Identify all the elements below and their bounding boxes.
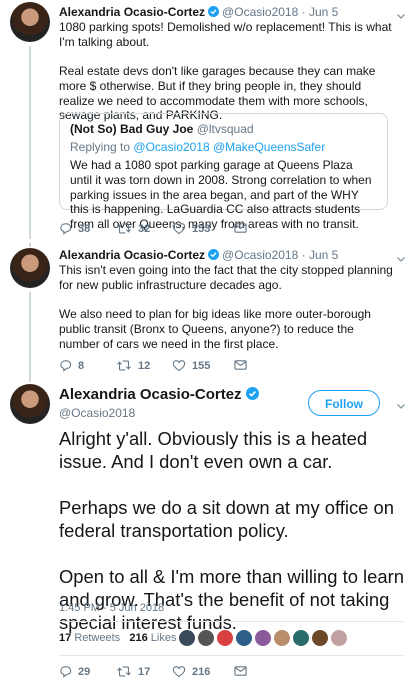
tweet-1[interactable]: Alexandria Ocasio-Cortez @Ocasio2018 · Ju… xyxy=(0,0,420,240)
tweet-text-p1: Alright y'all. Obviously this is a heate… xyxy=(59,428,368,472)
like-count: 153 xyxy=(192,223,211,235)
retweet-button[interactable]: 32 xyxy=(116,222,150,235)
like-button[interactable]: 153 xyxy=(172,222,210,235)
retweet-icon xyxy=(117,223,131,234)
reply-button[interactable]: 8 xyxy=(59,359,84,372)
reply-count: 38 xyxy=(78,223,91,235)
tweet-text-p2: Perhaps we do a sit down at my office on… xyxy=(59,497,394,541)
liker-avatar[interactable] xyxy=(311,629,329,647)
retweet-icon xyxy=(117,666,131,677)
likes-stat-label: Likes xyxy=(150,632,177,644)
reply-button[interactable]: 29 xyxy=(59,665,90,678)
retweets-stat-label: Retweets xyxy=(74,632,121,644)
replying-handles[interactable]: @Ocasio2018 @MakeQueensSafer xyxy=(133,140,325,154)
replying-to: Replying to @Ocasio2018 @MakeQueensSafer xyxy=(70,140,377,154)
retweet-count: 12 xyxy=(138,360,151,372)
retweet-count: 17 xyxy=(138,666,151,678)
thread-line xyxy=(29,376,31,382)
retweet-button[interactable]: 17 xyxy=(116,665,150,678)
retweet-button[interactable]: 12 xyxy=(116,359,150,372)
dm-button[interactable] xyxy=(234,665,253,677)
tweet-header: Alexandria Ocasio-Cortez @Ocasio2018 · Ju… xyxy=(59,248,338,262)
liker-avatar[interactable] xyxy=(273,629,291,647)
reply-button[interactable]: 38 xyxy=(59,222,90,235)
likes-stat[interactable]: 216 Likes xyxy=(129,632,176,644)
tweet-3-main[interactable]: Alexandria Ocasio-Cortez @Ocasio2018 Fol… xyxy=(0,376,420,687)
quoted-author-name: (Not So) Bad Guy Joe xyxy=(70,122,194,136)
verified-badge-icon xyxy=(208,249,220,260)
dm-icon xyxy=(234,360,247,370)
tweet-text-p1: This isn't even going into the fact that… xyxy=(59,263,393,292)
separator-dot: · xyxy=(301,5,309,19)
reply-icon xyxy=(60,223,72,235)
follow-button[interactable]: Follow xyxy=(308,390,380,416)
retweet-icon xyxy=(117,360,131,371)
liker-avatar[interactable] xyxy=(197,629,215,647)
like-count: 216 xyxy=(192,666,211,678)
tweet-2[interactable]: Alexandria Ocasio-Cortez @Ocasio2018 · Ju… xyxy=(0,243,420,376)
tweet-text-p2: We also need to plan for big ideas like … xyxy=(59,307,371,351)
engagement-stats: 17 Retweets 216 Likes xyxy=(59,632,176,644)
like-button[interactable]: 155 xyxy=(172,359,210,372)
dm-button[interactable] xyxy=(234,222,253,234)
tweet-header: Alexandria Ocasio-Cortez @Ocasio2018 · Ju… xyxy=(59,5,338,19)
chevron-down-icon[interactable] xyxy=(396,398,406,409)
tweet-text-p1: 1080 parking spots! Demolished w/o repla… xyxy=(59,20,392,49)
likes-stat-count: 216 xyxy=(129,632,148,644)
avatar[interactable] xyxy=(10,248,50,288)
quoted-author-handle: @ltvsquad xyxy=(196,122,254,136)
author-name[interactable]: Alexandria Ocasio-Cortez xyxy=(59,5,205,19)
liker-avatar[interactable] xyxy=(254,629,272,647)
reply-count: 29 xyxy=(78,666,91,678)
like-count: 155 xyxy=(192,360,211,372)
quoted-text: We had a 1080 spot parking garage at Que… xyxy=(70,158,372,232)
reply-icon xyxy=(60,360,72,372)
retweets-stat[interactable]: 17 Retweets xyxy=(59,632,120,644)
tweet-text-p3: Open to all & I'm more than willing to l… xyxy=(59,566,404,633)
tweet-text: 1080 parking spots! Demolished w/o repla… xyxy=(59,20,394,123)
liker-avatar[interactable] xyxy=(178,629,196,647)
chevron-down-icon[interactable] xyxy=(396,8,406,19)
liker-avatar[interactable] xyxy=(292,629,310,647)
tweet-date[interactable]: Jun 5 xyxy=(309,5,338,19)
chevron-down-icon[interactable] xyxy=(396,251,406,262)
verified-badge-icon xyxy=(208,6,220,17)
divider xyxy=(59,621,404,622)
avatar[interactable] xyxy=(10,384,50,424)
liker-avatar[interactable] xyxy=(330,629,348,647)
author-handle[interactable]: @Ocasio2018 xyxy=(222,248,298,262)
reply-icon xyxy=(60,666,72,678)
author-handle[interactable]: @Ocasio2018 xyxy=(222,5,298,19)
author-name-text[interactable]: Alexandria Ocasio-Cortez xyxy=(59,386,242,403)
author-name[interactable]: Alexandria Ocasio-Cortez xyxy=(59,248,205,262)
divider xyxy=(59,655,404,656)
like-icon xyxy=(172,666,186,678)
quoted-tweet[interactable]: (Not So) Bad Guy Joe @ltvsquad Replying … xyxy=(59,113,388,231)
tweet-date[interactable]: Jun 5 xyxy=(309,248,338,262)
liker-avatar[interactable] xyxy=(235,629,253,647)
author-name[interactable]: Alexandria Ocasio-Cortez xyxy=(59,386,262,403)
tweet-timestamp[interactable]: 1:45 PM - 5 Jun 2018 xyxy=(59,602,164,614)
dm-button[interactable] xyxy=(234,359,253,371)
reply-count: 8 xyxy=(78,360,85,372)
author-handle[interactable]: @Ocasio2018 xyxy=(59,406,135,420)
thread-line xyxy=(29,46,31,239)
separator-dot: · xyxy=(301,248,309,262)
like-icon xyxy=(172,223,186,235)
verified-badge-icon xyxy=(245,387,259,400)
dm-icon xyxy=(234,223,247,233)
avatar[interactable] xyxy=(10,2,50,42)
retweet-count: 32 xyxy=(138,223,151,235)
dm-icon xyxy=(234,666,247,676)
liker-avatar[interactable] xyxy=(216,629,234,647)
tweet-text: This isn't even going into the fact that… xyxy=(59,263,394,351)
like-icon xyxy=(172,360,186,372)
like-button[interactable]: 216 xyxy=(172,665,210,678)
replying-prefix: Replying to xyxy=(70,140,131,154)
retweets-stat-count: 17 xyxy=(59,632,72,644)
thread-line xyxy=(29,243,31,247)
thread-line xyxy=(29,292,31,376)
